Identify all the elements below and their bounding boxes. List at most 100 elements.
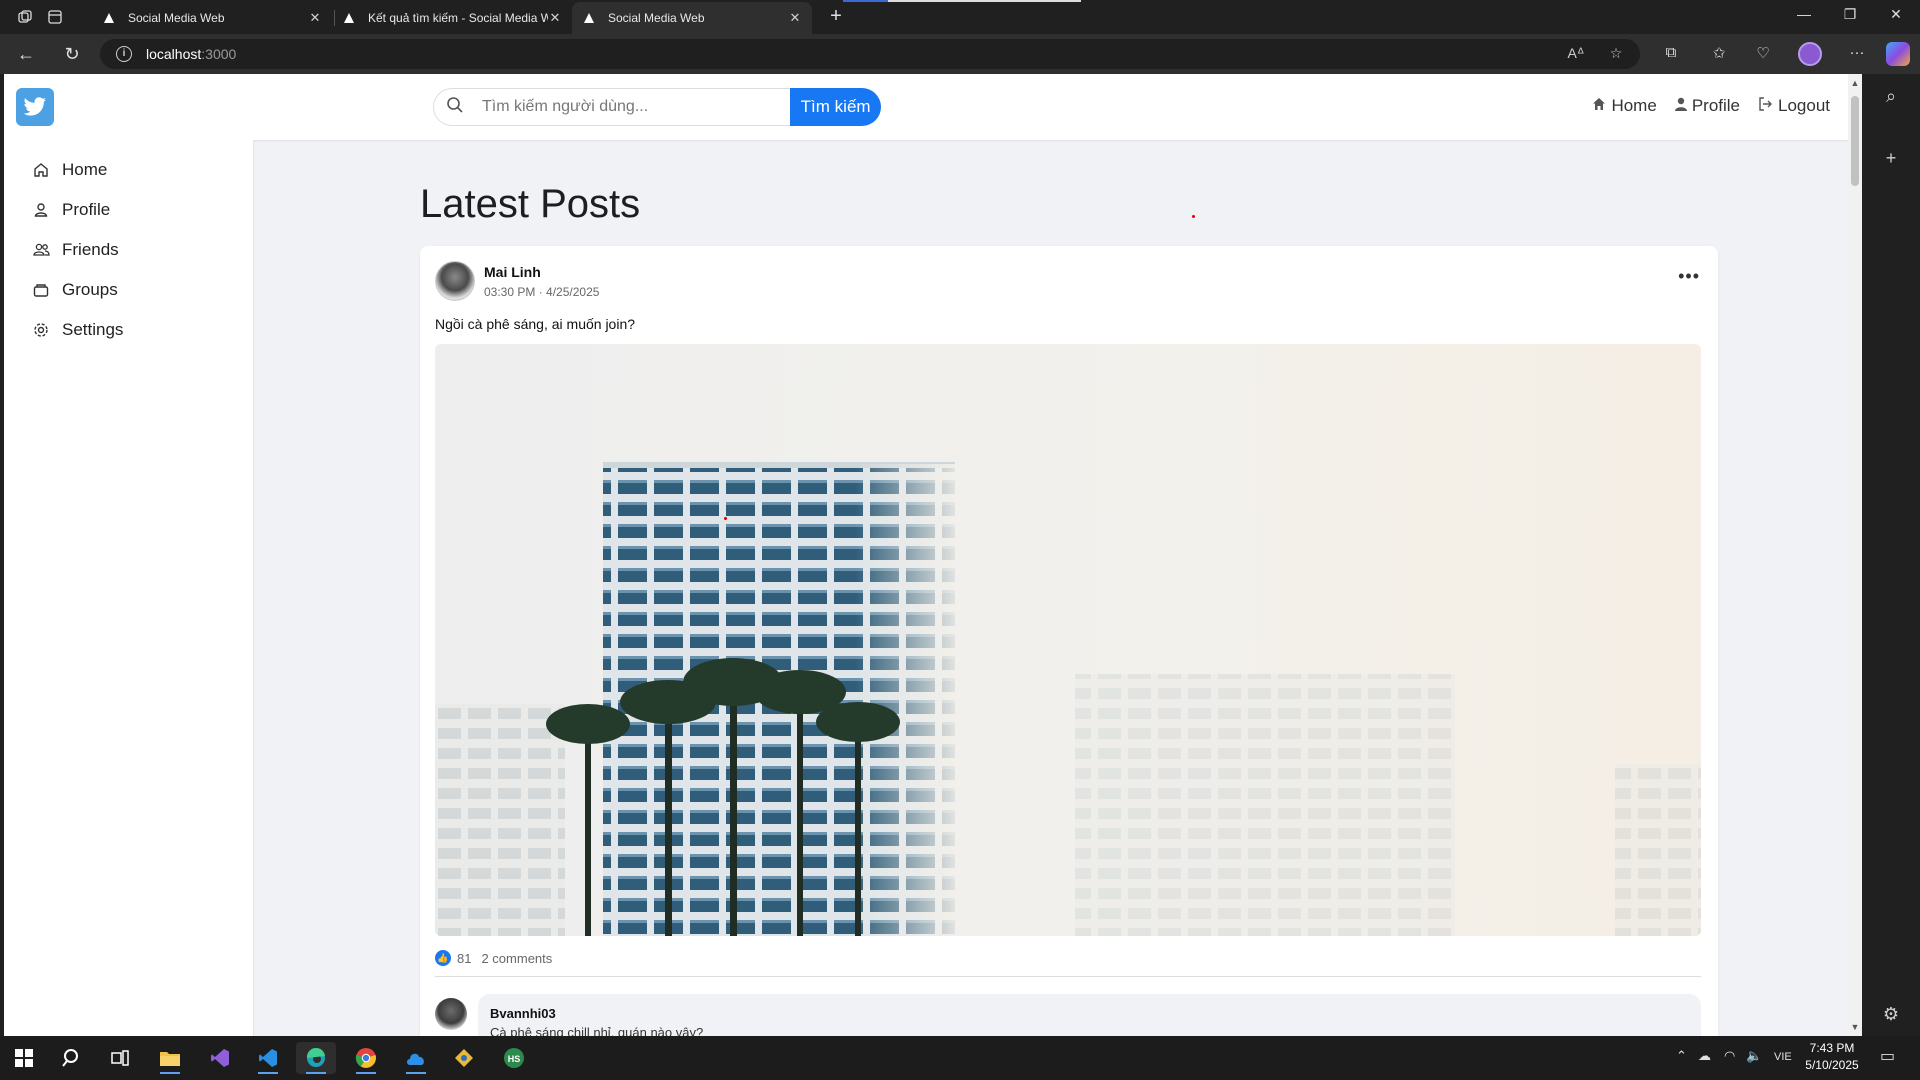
windows-start-icon[interactable] (4, 1042, 44, 1074)
triangle-favicon-icon (582, 11, 596, 25)
sidebar-item-profile[interactable]: Profile (32, 200, 110, 220)
page-title: Latest Posts (420, 182, 641, 226)
post-timestamp: 03:30 PM · 4/25/2025 (484, 285, 600, 299)
edge-sidebar: ⌕ + ⚙ (1862, 74, 1920, 1036)
clock-date: 5/10/2025 (1805, 1058, 1859, 1072)
wifi-icon[interactable]: ◠ (1724, 1048, 1735, 1064)
more-menu-icon[interactable]: ··· (1846, 44, 1868, 64)
browser-tab-3-active[interactable]: Social Media Web ✕ (572, 2, 812, 34)
visual-studio-icon[interactable] (200, 1042, 240, 1074)
avatar[interactable] (435, 261, 475, 301)
cloud-app-icon[interactable] (396, 1042, 436, 1074)
read-aloud-icon[interactable]: Aᐞ (1566, 45, 1586, 62)
browser-tab-2[interactable]: Kết quả tìm kiếm - Social Media W ✕ (332, 2, 572, 34)
sidebar-item-groups[interactable]: Groups (32, 280, 118, 300)
running-indicator (406, 1072, 426, 1074)
scrollbar-thumb[interactable] (1851, 96, 1859, 186)
browser-tab-bar: Social Media Web ✕ Kết quả tìm kiếm - So… (0, 0, 1920, 34)
git-tool-icon[interactable] (444, 1042, 484, 1074)
volume-icon[interactable]: 🔈 (1746, 1048, 1762, 1064)
sidebar-item-label: Groups (62, 280, 118, 299)
sidebar-item-friends[interactable]: Friends (32, 240, 119, 260)
gear-icon[interactable]: ⚙ (1879, 1004, 1903, 1028)
search-icon (446, 96, 464, 119)
back-arrow-icon[interactable]: ← (14, 42, 38, 66)
close-tab-icon[interactable]: ✕ (548, 10, 562, 26)
search-field[interactable] (433, 88, 791, 126)
nav-home[interactable]: Home (1592, 96, 1657, 116)
edge-browser-icon[interactable] (296, 1042, 336, 1074)
workspaces-icon[interactable] (14, 6, 36, 28)
twitter-bird-logo-icon[interactable] (16, 88, 54, 126)
avatar[interactable] (435, 998, 467, 1030)
running-indicator (356, 1072, 376, 1074)
home-outline-icon (32, 161, 50, 179)
minimize-icon[interactable]: — (1792, 6, 1816, 22)
clock[interactable]: 7:43 PM 5/10/2025 (1804, 1040, 1860, 1074)
add-icon[interactable]: + (1879, 148, 1903, 172)
close-tab-icon[interactable]: ✕ (308, 10, 322, 26)
new-tab-button[interactable]: + (824, 4, 848, 28)
settings-icon (32, 321, 50, 339)
chrome-icon[interactable] (346, 1042, 386, 1074)
more-options-icon[interactable]: ••• (1678, 266, 1700, 287)
like-count[interactable]: 81 (457, 951, 471, 966)
search-icon[interactable]: ⌕ (1879, 86, 1903, 110)
browser-toolbar: ← ↻ i localhost:3000 Aᐞ ☆ ⧉ ✩ ♡ ··· (0, 34, 1920, 74)
triangle-favicon-icon (342, 11, 356, 25)
page-scrollbar[interactable]: ▲ ▼ (1848, 74, 1862, 1036)
favorites-icon[interactable]: ✩ (1708, 44, 1730, 64)
windows-taskbar: HS ⌃ ☁ ◠ 🔈 VIE 7:43 PM 5/10/2025 ▭ (0, 1036, 1920, 1080)
tab-title: Kết quả tìm kiếm - Social Media W (368, 11, 548, 25)
app-header: Tìm kiếm Home Profile Logout (4, 74, 1848, 140)
nav-profile[interactable]: Profile (1674, 96, 1740, 116)
profile-avatar[interactable] (1798, 42, 1822, 66)
close-window-icon[interactable]: ✕ (1884, 6, 1908, 23)
sidebar-item-label: Profile (62, 200, 111, 219)
extensions-icon[interactable]: ⧉ (1660, 44, 1682, 64)
nav-logout-label: Logout (1778, 96, 1830, 115)
chevron-up-icon[interactable]: ⌃ (1676, 1048, 1687, 1064)
file-explorer-icon[interactable] (150, 1042, 190, 1074)
comment-bubble: Bvannhi03 Cà phê sáng chill nhỉ, quán nà… (478, 994, 1701, 1036)
refresh-icon[interactable]: ↻ (60, 42, 84, 66)
svg-text:HS: HS (508, 1054, 521, 1064)
onedrive-cloud-icon[interactable]: ☁ (1698, 1048, 1711, 1064)
search-button[interactable]: Tìm kiếm (790, 88, 881, 126)
close-tab-icon[interactable]: ✕ (788, 10, 802, 26)
scroll-down-icon[interactable]: ▼ (1850, 1022, 1860, 1032)
browser-tab-1[interactable]: Social Media Web ✕ (92, 2, 332, 34)
notification-icon[interactable]: ▭ (1880, 1046, 1895, 1066)
tab-actions-icon[interactable] (44, 6, 66, 28)
nav-profile-label: Profile (1691, 96, 1740, 115)
logout-icon (1758, 96, 1773, 116)
running-indicator (306, 1072, 326, 1074)
restore-icon[interactable]: ❐ (1838, 6, 1862, 23)
left-sidebar: Home Profile Friends Groups Settings (4, 140, 254, 1036)
search-input[interactable] (482, 98, 782, 116)
running-indicator (258, 1072, 278, 1074)
sidebar-item-settings[interactable]: Settings (32, 320, 123, 340)
copilot-icon[interactable] (1886, 42, 1910, 66)
scroll-up-icon[interactable]: ▲ (1850, 78, 1860, 88)
search-icon[interactable] (52, 1042, 92, 1074)
favorite-star-icon[interactable]: ☆ (1606, 45, 1626, 62)
task-view-icon[interactable] (100, 1042, 140, 1074)
sidebar-item-label: Settings (62, 320, 124, 339)
post-author[interactable]: Mai Linh (484, 264, 541, 280)
site-info-icon[interactable]: i (116, 46, 132, 62)
browser-essentials-icon[interactable]: ♡ (1752, 44, 1774, 64)
language-indicator[interactable]: VIE (1774, 1051, 1792, 1063)
thumbs-up-icon[interactable]: 👍 (435, 950, 451, 966)
sidebar-item-home[interactable]: Home (32, 160, 107, 180)
nav-logout[interactable]: Logout (1758, 96, 1830, 116)
user-search: Tìm kiếm (433, 88, 881, 126)
vscode-icon[interactable] (248, 1042, 288, 1074)
address-bar[interactable]: i localhost:3000 Aᐞ ☆ (100, 39, 1640, 69)
tab-strip-highlight (888, 0, 1081, 2)
comment-count[interactable]: 2 comments (481, 951, 552, 966)
post-image[interactable] (435, 344, 1701, 936)
comment-author[interactable]: Bvannhi03 (490, 1006, 556, 1021)
red-dot (1192, 215, 1195, 218)
hs-app-icon[interactable]: HS (494, 1042, 534, 1074)
